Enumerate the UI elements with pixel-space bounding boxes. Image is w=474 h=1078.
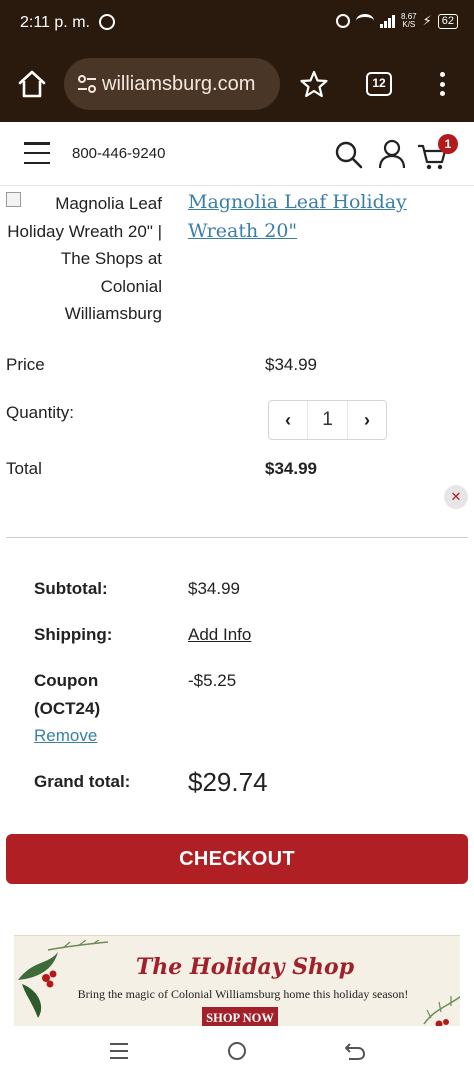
price-label: Price [6, 355, 45, 374]
remove-item-button[interactable]: ✕ [444, 485, 468, 509]
cart-count-badge: 1 [438, 134, 458, 154]
site-header: 800-446-9240 [0, 122, 474, 186]
shipping-add-info-link[interactable]: Add Info [188, 625, 251, 645]
more-icon[interactable] [432, 68, 452, 100]
remove-coupon-link[interactable]: Remove [34, 726, 97, 746]
banner-subtitle: Bring the magic of Colonial Williamsburg… [77, 987, 409, 1001]
grand-total-value: $29.74 [188, 767, 268, 797]
network-speed: 8.67 K/S [401, 13, 417, 29]
alarm-icon [336, 14, 351, 28]
whatsapp-icon [99, 14, 115, 30]
product-image[interactable]: Magnolia Leaf Holiday Wreath 20" | The S… [6, 190, 162, 328]
nav-back-icon[interactable] [344, 1041, 366, 1061]
subtotal-value: $34.99 [188, 579, 240, 598]
signal-icon [380, 14, 396, 28]
coupon-code: (OCT24) [34, 699, 101, 718]
subtotal-label: Subtotal: [34, 579, 108, 598]
browser-toolbar: williamsburg.com 12 [0, 46, 474, 122]
quantity-label: Quantity: [6, 403, 75, 422]
broken-image-icon [6, 192, 21, 207]
status-time: 2:11 p. m. [20, 14, 90, 31]
battery-icon: 62 [437, 13, 458, 29]
quantity-input[interactable]: 1 [307, 401, 348, 439]
address-bar[interactable]: williamsburg.com [64, 58, 280, 110]
network-speed-unit: K/S [402, 20, 416, 29]
product-name-link[interactable]: Magnolia Leaf Holiday Wreath 20" [188, 188, 408, 246]
status-icons: 8.67 K/S ⚡ 62 [336, 13, 458, 29]
shipping-label: Shipping: [34, 625, 113, 644]
decrement-button[interactable]: ‹ [269, 401, 307, 439]
shop-now-button[interactable]: SHOP NOW [202, 1007, 278, 1026]
account-icon[interactable] [377, 138, 407, 170]
checkout-button[interactable]: CHECKOUT [6, 834, 468, 884]
total-label: Total [6, 459, 42, 478]
quantity-stepper: ‹ 1 › [268, 400, 387, 440]
holly-decoration [18, 940, 109, 1018]
grand-total-label: Grand total: [34, 772, 131, 791]
holiday-shop-banner[interactable]: The Holiday Shop Bring the magic of Colo… [14, 935, 460, 1026]
site-settings-icon[interactable] [76, 73, 98, 95]
star-icon[interactable] [298, 68, 330, 100]
bolt-icon: ⚡ [422, 13, 432, 28]
product-image-alt: Magnolia Leaf Holiday Wreath 20" | The S… [7, 194, 162, 323]
phone-number[interactable]: 800-446-9240 [72, 145, 165, 162]
search-icon[interactable] [334, 140, 364, 170]
coupon-value: -$5.25 [188, 671, 237, 690]
recent-apps-icon[interactable] [110, 1043, 128, 1059]
price-value: $34.99 [265, 355, 317, 374]
url-text: williamsburg.com [102, 72, 256, 95]
menu-icon[interactable] [24, 142, 50, 164]
wifi-icon [356, 14, 375, 28]
system-nav-bar [0, 1026, 474, 1078]
tabs-icon[interactable]: 12 [366, 72, 392, 96]
nav-home-icon[interactable] [228, 1042, 246, 1060]
total-value: $34.99 [265, 459, 317, 478]
coupon-label: Coupon [34, 671, 99, 690]
divider [6, 537, 468, 538]
status-bar: 2:11 p. m. 8.67 K/S ⚡ 62 [0, 0, 474, 46]
home-icon[interactable] [16, 68, 48, 100]
banner-title: The Holiday Shop [135, 954, 355, 980]
increment-button[interactable]: › [348, 401, 386, 439]
